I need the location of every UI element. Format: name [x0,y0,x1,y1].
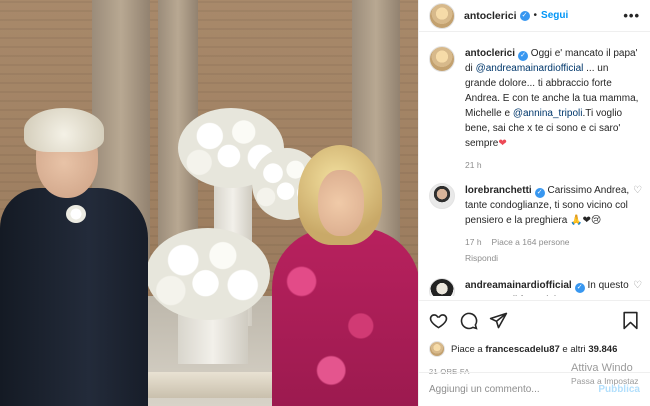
author-username[interactable]: antoclerici [464,10,517,22]
separator-dot: • [533,10,538,21]
comment-item: lorebranchetti ✓ Carissimo Andrea, tante … [429,183,642,266]
add-comment-input[interactable] [429,384,549,395]
comment-time[interactable]: 17 h [465,237,482,247]
post-photo[interactable] [0,0,418,406]
comment-avatar[interactable] [429,278,455,296]
caption-avatar[interactable] [429,46,455,72]
publish-button[interactable]: Pubblica [598,384,640,395]
man-hair [24,108,104,152]
post-side-panel: antoclerici ✓ • Segui ••• antoclerici ✓ O… [418,0,650,406]
likes-text: Piace a francescadelu87 e altri 39.846 [451,344,617,355]
comment-body: andreamainardiofficial✓ In questo moment… [465,278,630,296]
woman-figure [272,228,418,406]
likes-middle: e altri [559,343,589,355]
comment-username[interactable]: lorebranchetti [465,185,532,196]
author-avatar[interactable] [429,2,455,29]
caption: antoclerici ✓ Oggi e' mancato il papa' di… [429,46,642,171]
verified-badge-icon: ✓ [534,188,545,198]
add-comment-bar: Pubblica [419,372,650,406]
more-options-icon[interactable]: ••• [623,8,640,23]
comment-meta: 17 h Piace a 164 persone [465,236,630,248]
reply-button[interactable]: Rispondi [465,251,630,266]
share-icon[interactable] [489,311,508,330]
comment-avatar[interactable] [429,183,455,209]
caption-username[interactable]: antoclerici [465,48,515,59]
verified-badge-icon: ✓ [574,283,585,293]
verified-badge-icon: ✓ [518,51,529,61]
boutonniere [66,205,86,223]
caption-body: antoclerici ✓ Oggi e' mancato il papa' di… [465,46,642,171]
likes-summary: Piace a francescadelu87 e altri 39.846 [429,341,640,357]
likes-count[interactable]: 39.846 [588,344,617,355]
comment-bubble-icon[interactable] [459,311,478,330]
heart-emoji: ❤ [498,138,507,149]
like-heart-icon[interactable] [429,311,448,330]
comments-list[interactable]: antoclerici ✓ Oggi e' mancato il papa' di… [429,46,642,296]
comment-item: andreamainardiofficial✓ In questo moment… [429,278,642,296]
mention-link[interactable]: @annina_tripoli [513,108,583,119]
action-icons [429,309,640,331]
comment-like-icon[interactable]: ♡ [630,278,642,296]
post-header: antoclerici ✓ • Segui ••• [419,0,650,32]
caption-time[interactable]: 21 h [465,159,642,171]
comment-username[interactable]: andreamainardiofficial [465,280,572,291]
flower-arrangement [146,228,270,320]
woman-face [318,170,364,236]
follow-button[interactable]: Segui [541,10,568,21]
comment-like-icon[interactable]: ♡ [630,183,642,266]
liker-avatar[interactable] [429,341,445,357]
likes-prefix: Piace a [451,343,486,355]
liker-username[interactable]: francescadelu87 [485,344,559,355]
comment-likes[interactable]: Piace a 164 persone [492,237,570,247]
comment-body: lorebranchetti ✓ Carissimo Andrea, tante … [465,183,630,266]
post-actions: Piace a francescadelu87 e altri 39.846 2… [419,300,650,376]
bookmark-icon[interactable] [621,311,640,330]
mention-link[interactable]: @andreamainardiofficial [476,63,584,74]
verified-badge-icon: ✓ [519,10,530,21]
